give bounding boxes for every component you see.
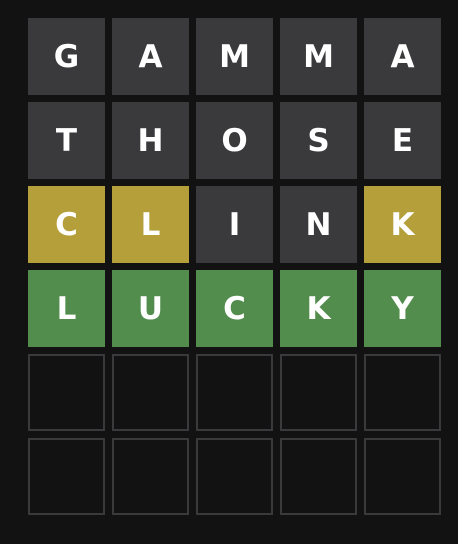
- board-row-4-tile-1: L: [28, 270, 105, 347]
- board-row-4-tile-5: Y: [364, 270, 441, 347]
- board-row-5-tile-2: [112, 354, 189, 431]
- board-row-2-tile-4: S: [280, 102, 357, 179]
- board-row-1-tile-2: A: [112, 18, 189, 95]
- board-row-6-tile-5: [364, 438, 441, 515]
- board-row-3-tile-3: I: [196, 186, 273, 263]
- board-row-2-tile-1: T: [28, 102, 105, 179]
- board-row-6-tile-2: [112, 438, 189, 515]
- game-board: G A M M A T H O S E C L I N K L U C K Y: [28, 18, 441, 515]
- board-row-5-tile-3: [196, 354, 273, 431]
- board-row-5-tile-4: [280, 354, 357, 431]
- board-row-6-tile-3: [196, 438, 273, 515]
- board-row-2-tile-5: E: [364, 102, 441, 179]
- board-row-3-tile-5: K: [364, 186, 441, 263]
- board-row-3-tile-2: L: [112, 186, 189, 263]
- board-row-6-tile-1: [28, 438, 105, 515]
- board-row-3-tile-4: N: [280, 186, 357, 263]
- board-row-3-tile-1: C: [28, 186, 105, 263]
- board-row-6-tile-4: [280, 438, 357, 515]
- board-row-2-tile-2: H: [112, 102, 189, 179]
- board-row-1-tile-4: M: [280, 18, 357, 95]
- board-row-1-tile-3: M: [196, 18, 273, 95]
- board-row-1-tile-1: G: [28, 18, 105, 95]
- board-row-1-tile-5: A: [364, 18, 441, 95]
- board-row-4-tile-3: C: [196, 270, 273, 347]
- board-row-2-tile-3: O: [196, 102, 273, 179]
- board-row-5-tile-1: [28, 354, 105, 431]
- board-row-4-tile-4: K: [280, 270, 357, 347]
- board-row-5-tile-5: [364, 354, 441, 431]
- board-row-4-tile-2: U: [112, 270, 189, 347]
